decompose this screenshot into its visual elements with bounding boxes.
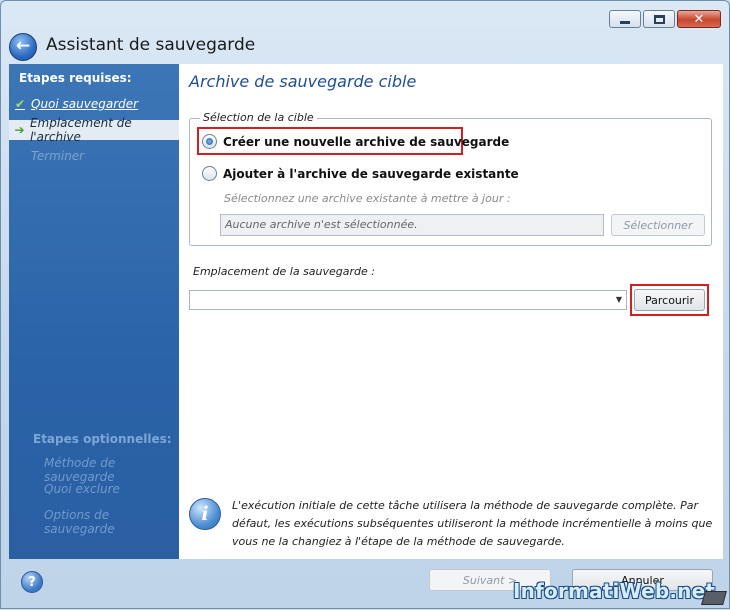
back-arrow-icon: ←	[15, 35, 31, 56]
radio-label: Ajouter à l'archive de sauvegarde exista…	[223, 166, 519, 181]
info-icon: i	[189, 498, 221, 530]
maximize-button[interactable]	[643, 10, 675, 28]
required-steps-heading: Etapes requises:	[19, 71, 132, 85]
select-hint: Sélectionnez une archive existante à met…	[224, 192, 511, 205]
location-combobox[interactable]: ▼	[189, 290, 627, 310]
back-button[interactable]: ←	[9, 33, 37, 61]
location-input[interactable]	[190, 291, 600, 309]
sidebar-item-label: Quoi sauvegarder	[31, 97, 139, 111]
sidebar-item-options: Options de sauvegarde	[44, 508, 115, 536]
minimize-button[interactable]	[609, 10, 641, 28]
sidebar-item-label: Terminer	[31, 149, 85, 163]
sidebar-item-methode: Méthode de sauvegarde	[44, 456, 116, 484]
arrow-right-icon: ➔	[14, 123, 25, 137]
group-legend: Sélection de la cible	[200, 111, 317, 124]
radio-existing-archive[interactable]: Ajouter à l'archive de sauvegarde exista…	[202, 166, 519, 181]
wizard-window: ✕ ← Assistant de sauvegarde Etapes requi…	[0, 0, 730, 609]
radio-button[interactable]	[202, 166, 217, 181]
sidebar: Etapes requises: ✔ Quoi sauvegarder ➔ Em…	[9, 64, 179, 559]
sidebar-item-emplacement[interactable]: ➔ Emplacement de l'archive	[9, 116, 179, 144]
sidebar-item-label: Emplacement de l'archive	[29, 116, 132, 144]
location-label: Emplacement de la sauvegarde :	[193, 265, 375, 278]
sidebar-item-quoi-sauvegarder[interactable]: ✔ Quoi sauvegarder	[9, 94, 179, 114]
radio-new-archive[interactable]: Créer une nouvelle archive de sauvegarde	[202, 134, 509, 149]
radio-button[interactable]	[202, 134, 217, 149]
radio-label: Créer une nouvelle archive de sauvegarde	[223, 134, 510, 149]
sidebar-item-exclure: Quoi exclure	[44, 482, 120, 496]
info-text: L'exécution initiale de cette tâche util…	[232, 499, 713, 548]
main-panel: Archive de sauvegarde cible Sélection de…	[179, 64, 723, 559]
caption-buttons: ✕	[609, 10, 721, 28]
browse-button[interactable]: Parcourir	[634, 289, 705, 311]
close-button[interactable]: ✕	[677, 10, 721, 28]
laptop-icon	[701, 591, 727, 605]
chevron-down-icon[interactable]: ▼	[616, 295, 622, 304]
page-title: Archive de sauvegarde cible	[189, 72, 417, 91]
optional-steps-heading: Etapes optionnelles:	[33, 432, 172, 446]
help-icon[interactable]: ?	[21, 571, 43, 593]
minimize-icon	[620, 20, 630, 24]
checkmark-icon: ✔	[14, 97, 26, 111]
watermark: InformatiWeb.net	[513, 579, 716, 603]
maximize-icon	[653, 14, 665, 24]
window-title: Assistant de sauvegarde	[46, 35, 256, 55]
target-selection-group: Sélection de la cible Créer une nouvelle…	[189, 111, 712, 246]
select-button: Sélectionner	[611, 214, 705, 236]
close-icon: ✕	[693, 11, 705, 27]
archive-field: Aucune archive n'est sélectionnée.	[220, 214, 604, 236]
sidebar-item-terminer: Terminer	[9, 146, 179, 166]
